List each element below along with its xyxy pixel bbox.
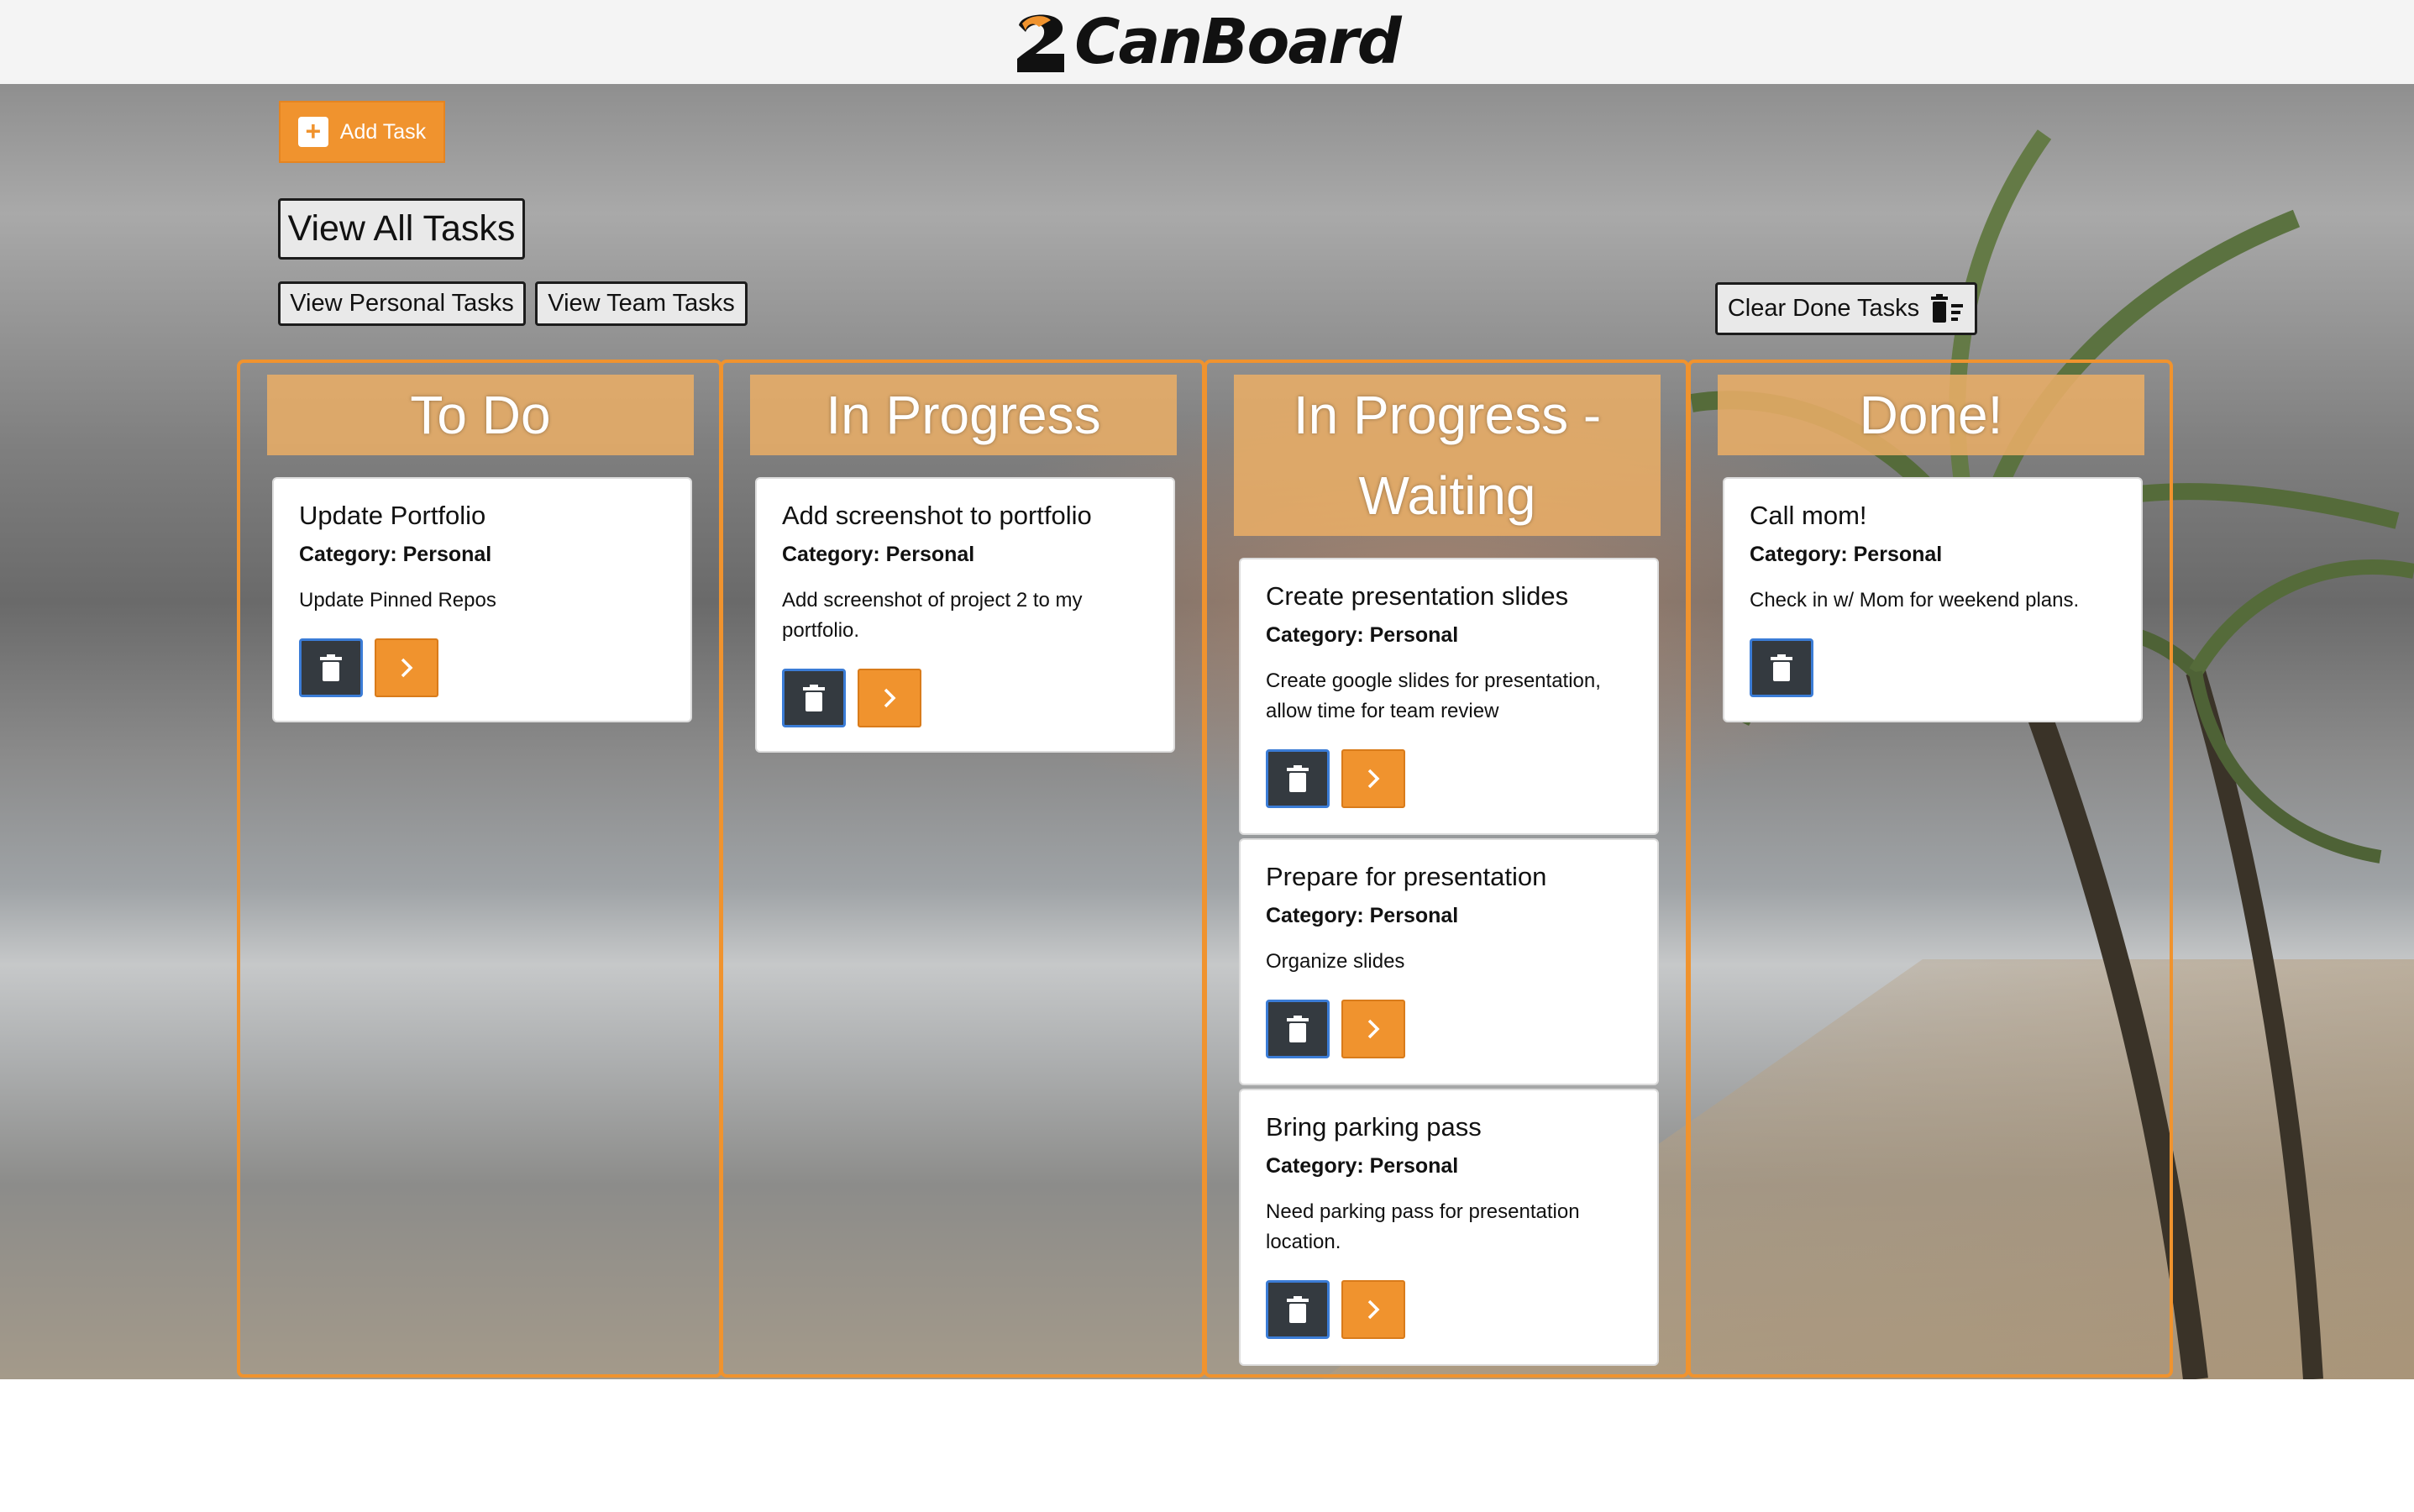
add-task-label: Add Task (339, 119, 427, 144)
add-task-button[interactable]: + Add Task (279, 101, 445, 163)
task-description: Need parking pass for presentation locat… (1266, 1200, 1580, 1253)
move-task-next-button[interactable] (1341, 1280, 1405, 1339)
task-description: Check in w/ Mom for weekend plans. (1750, 589, 2080, 612)
clear-done-label: Clear Done Tasks (1727, 295, 1920, 322)
task-card: Call mom! Category: Personal Check in w/… (1723, 477, 2143, 722)
column-header-done: Done! (1718, 375, 2144, 455)
delete-task-button[interactable] (1266, 749, 1330, 808)
task-actions (782, 669, 921, 727)
delete-task-button[interactable] (299, 638, 363, 697)
column-in-progress-waiting: In Progress - Waiting Create presentatio… (1204, 360, 1689, 1378)
task-card: Add screenshot to portfolio Category: Pe… (755, 477, 1175, 753)
task-actions (1266, 749, 1405, 808)
task-category: Category: Personal (1266, 1154, 1459, 1178)
delete-task-button[interactable] (1750, 638, 1813, 697)
trash-icon (1771, 654, 1792, 681)
task-category: Category: Personal (782, 543, 975, 566)
move-task-next-button[interactable] (1341, 749, 1405, 808)
view-personal-tasks-button[interactable]: View Personal Tasks (278, 281, 526, 326)
column-header-todo: To Do (267, 375, 694, 455)
task-card: Create presentation slides Category: Per… (1239, 558, 1659, 835)
task-description: Organize slides (1266, 950, 1405, 973)
chevron-right-icon (1367, 1299, 1380, 1320)
delete-task-button[interactable] (1266, 1280, 1330, 1339)
task-card: Bring parking pass Category: Personal Ne… (1239, 1089, 1659, 1366)
clear-done-tasks-button[interactable]: Clear Done Tasks (1715, 282, 1977, 335)
task-actions (1750, 638, 1813, 697)
task-title: Add screenshot to portfolio (782, 501, 1092, 530)
chevron-right-icon (884, 688, 896, 708)
task-actions (1266, 1000, 1405, 1058)
trash-icon (1287, 1016, 1309, 1042)
task-category: Category: Personal (1750, 543, 1943, 566)
move-task-next-button[interactable] (1341, 1000, 1405, 1058)
task-description: Create google slides for presentation, a… (1266, 669, 1601, 722)
app-title: CanBoard (1074, 6, 1402, 78)
task-description: Update Pinned Repos (299, 589, 496, 612)
task-category: Category: Personal (1266, 623, 1459, 647)
task-title: Call mom! (1750, 501, 1867, 530)
view-team-tasks-button[interactable]: View Team Tasks (535, 281, 748, 326)
chevron-right-icon (401, 658, 413, 678)
view-all-tasks-button[interactable]: View All Tasks (278, 198, 525, 260)
trash-icon (803, 685, 825, 711)
delete-task-button[interactable] (1266, 1000, 1330, 1058)
plus-icon: + (297, 117, 328, 147)
trash-list-icon (1931, 293, 1964, 323)
task-description: Add screenshot of project 2 to my portfo… (782, 589, 1083, 642)
move-task-next-button[interactable] (375, 638, 438, 697)
column-in-progress: In Progress Add screenshot to portfolio … (720, 360, 1205, 1378)
column-todo: To Do Update Portfolio Category: Persona… (237, 360, 722, 1378)
trash-icon (320, 654, 342, 681)
chevron-right-icon (1367, 1019, 1380, 1039)
column-done: Done! Call mom! Category: Personal Check… (1687, 360, 2173, 1378)
task-title: Create presentation slides (1266, 581, 1569, 611)
task-card: Prepare for presentation Category: Perso… (1239, 838, 1659, 1085)
column-header-in-progress: In Progress (750, 375, 1177, 455)
task-category: Category: Personal (1266, 904, 1459, 927)
column-header-in-progress-waiting: In Progress - Waiting (1234, 375, 1661, 536)
app-logo: CanBoard (1014, 6, 1402, 78)
logo-mark-icon (1017, 14, 1065, 72)
task-actions (299, 638, 438, 697)
delete-task-button[interactable] (782, 669, 846, 727)
trash-icon (1287, 1296, 1309, 1323)
task-title: Bring parking pass (1266, 1112, 1482, 1142)
task-title: Update Portfolio (299, 501, 486, 530)
task-category: Category: Personal (299, 543, 492, 566)
trash-icon (1287, 765, 1309, 792)
task-actions (1266, 1280, 1405, 1339)
move-task-next-button[interactable] (858, 669, 921, 727)
task-card: Update Portfolio Category: Personal Upda… (272, 477, 692, 722)
task-title: Prepare for presentation (1266, 862, 1547, 891)
chevron-right-icon (1367, 769, 1380, 789)
navbar: CanBoard (0, 0, 2414, 84)
